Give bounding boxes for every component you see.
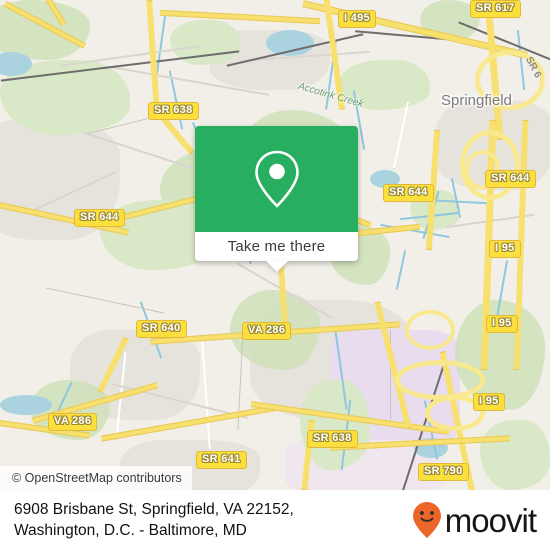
moovit-smiley-pin-icon <box>412 502 441 538</box>
map-stream <box>395 250 407 290</box>
road-shield: SR 641 <box>196 451 247 469</box>
address-block: 6908 Brisbane St, Springfield, VA 22152,… <box>14 499 294 541</box>
map-interchange <box>395 360 485 400</box>
moovit-brand[interactable]: moovit <box>412 501 537 539</box>
road-shield: VA 286 <box>242 322 292 340</box>
popup-header <box>195 126 358 232</box>
map-minor-road <box>201 340 211 450</box>
road-shield: SR 644 <box>74 209 125 227</box>
road-shield: SR 790 <box>418 463 469 481</box>
destination-popup-card[interactable]: Take me there <box>195 126 358 272</box>
location-pin-icon <box>254 150 299 208</box>
place-label-springfield: Springfield <box>441 92 512 109</box>
footer-bar: 6908 Brisbane St, Springfield, VA 22152,… <box>0 490 550 550</box>
address-line-2: Washington, D.C. - Baltimore, MD <box>14 522 247 539</box>
moovit-wordmark: moovit <box>444 501 537 539</box>
map-attribution[interactable]: © OpenStreetMap contributors <box>0 466 192 490</box>
address-line-1: 6908 Brisbane St, Springfield, VA 22152, <box>14 501 294 518</box>
map-park <box>480 420 550 490</box>
road-shield: I 95 <box>486 315 518 333</box>
road-shield: I 95 <box>489 240 521 258</box>
road-shield: SR 644 <box>485 170 536 188</box>
road-shield: SR 638 <box>307 430 358 448</box>
attribution-text: © OpenStreetMap contributors <box>12 471 182 485</box>
road-shield: SR 644 <box>383 184 434 202</box>
road-shield: I 495 <box>338 10 376 28</box>
map-water-body <box>0 395 52 415</box>
road-shield: SR 638 <box>148 102 199 120</box>
popup-pointer-tail <box>265 261 288 272</box>
map-motorway <box>159 9 321 25</box>
map-minor-road <box>392 100 410 170</box>
map-track <box>46 287 164 314</box>
road-shield: SR 640 <box>136 320 187 338</box>
popup-action-bar[interactable]: Take me there <box>195 232 358 261</box>
road-shield: I 95 <box>473 393 505 411</box>
road-shield: VA 286 <box>48 413 98 431</box>
map-interchange <box>405 310 455 350</box>
road-shield: SR 617 <box>470 0 521 18</box>
take-me-there-label: Take me there <box>227 238 326 255</box>
map-canvas[interactable]: Springfield Accotink Creek SR 6 SR 617 I … <box>0 0 550 490</box>
